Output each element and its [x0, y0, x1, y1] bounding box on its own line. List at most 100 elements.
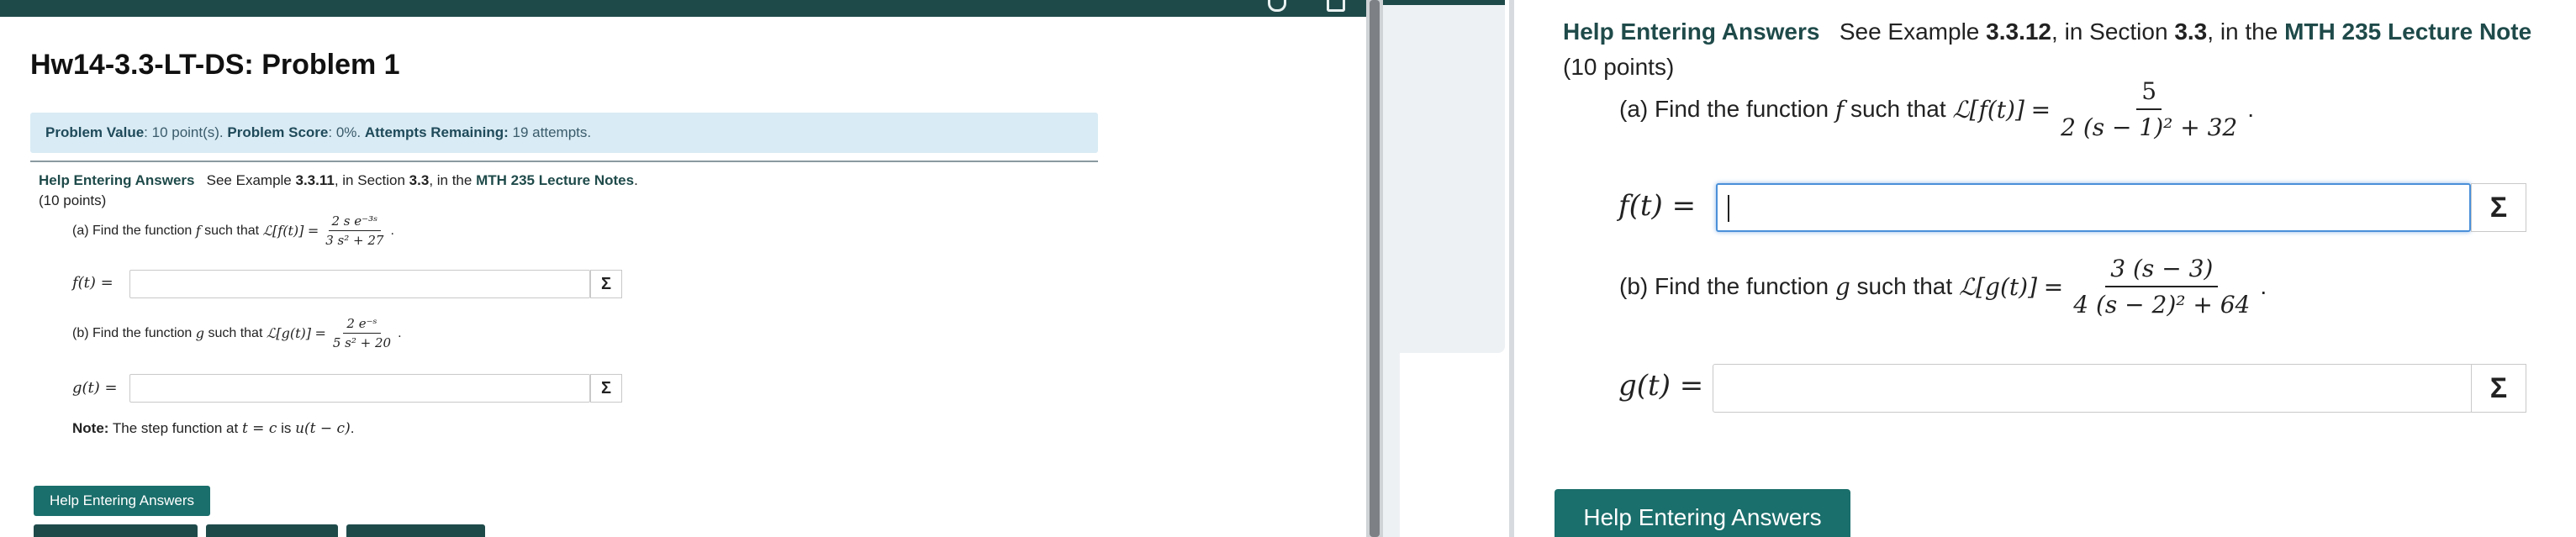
part-b-numerator: 3 (s − 3)	[2105, 255, 2219, 287]
help-entering-answers-button[interactable]: Help Entering Answers	[1555, 489, 1850, 537]
part-a-equation-editor-button[interactable]: Σ	[2471, 183, 2526, 232]
part-a-eq: =	[307, 223, 319, 239]
note-label: Note:	[72, 420, 109, 436]
problem-status-bar: Problem Value: 10 point(s). Problem Scor…	[30, 113, 1098, 153]
middle-top-bar	[1383, 0, 1505, 5]
part-b-lhs: ℒ[g(t)]	[266, 325, 312, 341]
part-a-denominator: 2 (s − 1)² + 32	[2061, 113, 2238, 141]
part-a-such-that: such that	[204, 223, 260, 238]
text-caret	[1728, 195, 1729, 222]
lecture-notes-link[interactable]: MTH 235 Lecture Note	[2284, 18, 2531, 45]
left-top-navbar	[0, 0, 1366, 17]
part-b-question: (b) Find the function g such that ℒ[g(t)…	[72, 316, 402, 350]
part-b-answer-input[interactable]	[129, 374, 590, 403]
help-entering-answers-button[interactable]: Help Entering Answers	[34, 486, 210, 516]
part-b-such-that: such that	[208, 325, 263, 340]
example-number: 3.3.11	[295, 172, 335, 188]
section-number: 3.3	[2174, 18, 2208, 45]
part-b-fraction: 3 (s − 3) 4 (s − 2)² + 64	[2068, 255, 2255, 319]
attempts-text: 19 attempts.	[508, 124, 592, 140]
left-scrollbar-thumb[interactable]	[1370, 0, 1380, 537]
part-a-question: (a) Find the function f such that ℒ[f(t)…	[1619, 77, 2254, 141]
part-a-prefix: (a) Find the function	[72, 223, 193, 238]
help-line: Help Entering Answers See Example 3.3.12…	[1563, 18, 2531, 45]
preview-answers-button[interactable]	[34, 524, 198, 537]
in-section-text: , in Section	[2051, 18, 2168, 45]
part-a-such-that: such that	[1850, 96, 1946, 122]
left-problem-pane: Hw14-3.3-LT-DS: Problem 1 Problem Value:…	[0, 0, 1366, 537]
part-b-var: g	[1834, 272, 1850, 301]
in-the-text: , in the	[429, 172, 472, 188]
see-example-text: See Example	[206, 172, 292, 188]
note-end: .	[350, 420, 355, 436]
part-b-denominator: 4 (s − 2)² + 64	[2073, 291, 2251, 319]
part-a-answer-input[interactable]	[129, 270, 590, 298]
part-b-var: g	[195, 325, 204, 341]
submit-answers-button[interactable]	[206, 524, 338, 537]
part-b-denominator: 5 s² + 20	[332, 335, 392, 350]
part-b-lhs: ℒ[g(t)]	[1958, 272, 2037, 301]
help-line: Help Entering Answers See Example 3.3.11…	[39, 172, 638, 189]
part-a-var: f	[1834, 95, 1845, 124]
part-a-var: f	[195, 223, 201, 239]
part-a-numerator: 5	[2136, 77, 2162, 110]
part-a-equation-editor-button[interactable]: Σ	[590, 270, 622, 298]
step-function-note: Note: The step function at t = c is u(t …	[72, 420, 354, 437]
part-b-fraction: 2 e⁻ˢ 5 s² + 20	[330, 316, 394, 350]
in-section-text: , in Section	[334, 172, 405, 188]
example-number: 3.3.12	[1986, 18, 2052, 45]
page-title: Hw14-3.3-LT-DS: Problem 1	[30, 49, 400, 81]
in-the-text: , in the	[2207, 18, 2278, 45]
part-b-question: (b) Find the function g such that ℒ[g(t)…	[1619, 255, 2267, 319]
part-b-equation-editor-button[interactable]: Σ	[2471, 364, 2526, 413]
problem-value-label: Problem Value	[45, 124, 145, 140]
note-math-2: u(t − c)	[295, 420, 351, 437]
window-gap-lower	[1383, 353, 1400, 537]
problem-score-text: : 0%.	[328, 124, 365, 140]
help-entering-answers-link[interactable]: Help Entering Answers	[39, 172, 194, 188]
part-a-lhs: ℒ[f(t)]	[1952, 95, 2024, 124]
note-text: The step function at	[112, 420, 239, 436]
part-b-answer-label: g(t) =	[1618, 369, 1704, 403]
refresh-icon[interactable]	[1268, 0, 1286, 12]
part-a-eq: =	[2030, 95, 2051, 124]
see-example-text: See Example	[1839, 18, 1980, 45]
window-icon[interactable]	[1327, 0, 1345, 12]
part-b-prefix: (b) Find the function	[72, 325, 193, 340]
part-a-denominator: 3 s² + 27	[325, 233, 384, 248]
part-b-such-that: such that	[1856, 273, 1953, 299]
part-b-eq: =	[314, 325, 326, 341]
part-b-end: .	[398, 325, 402, 340]
part-a-lhs: ℒ[f(t)]	[262, 223, 304, 239]
part-a-fraction: 5 2 (s − 1)² + 32	[2056, 77, 2242, 141]
attempts-label: Attempts Remaining:	[364, 124, 509, 140]
window-gap	[1383, 0, 1505, 353]
part-b-end: .	[2260, 273, 2267, 299]
note-math-1: t = c	[241, 420, 277, 437]
points-text: (10 points)	[39, 192, 107, 208]
part-a-answer-input[interactable]	[1716, 183, 2471, 232]
period-text: .	[634, 172, 638, 188]
part-b-answer-input[interactable]	[1713, 364, 2473, 413]
part-a-prefix: (a) Find the function	[1619, 96, 1829, 122]
part-b-eq: =	[2043, 272, 2064, 301]
part-b-prefix: (b) Find the function	[1619, 273, 1829, 299]
part-a-fraction: 2 s e⁻³ˢ 3 s² + 27	[322, 213, 387, 248]
right-problem-pane: Help Entering Answers See Example 3.3.12…	[1514, 0, 2576, 537]
problem-value-text: : 10 point(s).	[144, 124, 228, 140]
problem-score-label: Problem Score	[227, 124, 329, 140]
part-a-numerator: 2 s e⁻³ˢ	[328, 213, 382, 231]
note-is: is	[281, 420, 292, 436]
part-b-equation-editor-button[interactable]: Σ	[590, 374, 622, 403]
show-another-button[interactable]	[346, 524, 485, 537]
part-a-end: .	[390, 223, 394, 238]
part-a-answer-label: f(t) =	[1618, 189, 1697, 223]
part-a-question: (a) Find the function f such that ℒ[f(t)…	[72, 213, 394, 248]
part-b-answer-label: g(t) =	[72, 379, 118, 397]
part-a-answer-label: f(t) =	[72, 274, 113, 292]
part-b-numerator: 2 e⁻ˢ	[343, 316, 381, 334]
divider	[30, 161, 1098, 162]
lecture-notes-link[interactable]: MTH 235 Lecture Notes	[476, 172, 634, 188]
help-entering-answers-link[interactable]: Help Entering Answers	[1563, 18, 1819, 45]
part-a-end: .	[2247, 96, 2255, 122]
